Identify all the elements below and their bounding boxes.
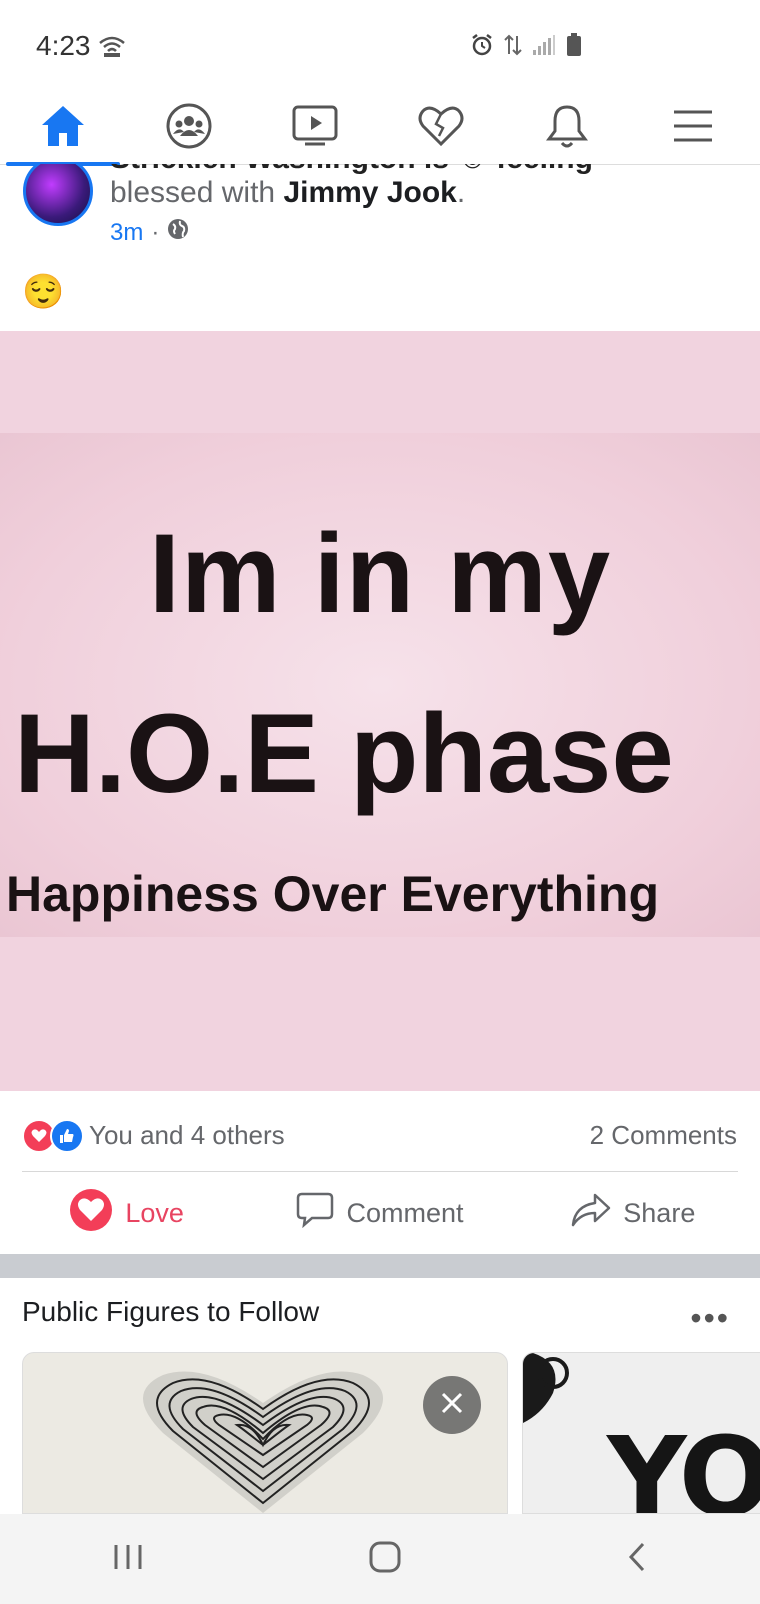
hamburger-menu-icon — [672, 109, 714, 148]
image-text-line3: Happiness Over Everything — [6, 866, 660, 922]
data-arrows-icon — [504, 32, 522, 63]
reactions-summary[interactable]: You and 4 others 2 Comments — [0, 1091, 760, 1171]
fingerprint-heart-image — [143, 1371, 383, 1513]
tab-home[interactable] — [0, 92, 126, 166]
suggestions-title: Public Figures to Follow — [22, 1296, 320, 1327]
signal-icon — [532, 34, 556, 61]
comments-count[interactable]: 2 Comments — [590, 1120, 737, 1151]
post-header: Stricklen Washington is ☺ feeling blesse… — [0, 164, 760, 324]
card2-image-text: YOU — [607, 1413, 760, 1514]
love-icon — [69, 1188, 113, 1239]
more-options-icon[interactable]: ••• — [690, 1300, 730, 1337]
author-name-partial[interactable]: Stricklen Washington is ☺ feeling — [110, 164, 593, 176]
meta-dot: · — [151, 218, 160, 246]
comment-button[interactable]: Comment — [253, 1172, 506, 1254]
love-label: Love — [125, 1197, 184, 1228]
feeling-prefix: blessed with — [110, 176, 284, 209]
suggestion-card[interactable]: YOU — [522, 1352, 760, 1514]
comment-icon — [296, 1192, 334, 1235]
post-body-emoji: 😌 — [22, 273, 65, 311]
back-button[interactable] — [625, 1540, 649, 1579]
recent-apps-button[interactable] — [111, 1542, 145, 1577]
close-icon — [440, 1391, 464, 1420]
system-navigation-bar — [0, 1514, 760, 1604]
share-button[interactable]: Share — [507, 1172, 760, 1254]
tab-menu[interactable] — [630, 92, 756, 164]
section-separator — [0, 1254, 760, 1278]
like-reaction-icon — [50, 1119, 84, 1153]
tab-groups[interactable] — [126, 92, 252, 164]
groups-icon — [165, 102, 213, 155]
home-button[interactable] — [368, 1540, 402, 1579]
image-text-line2: H.O.E phase — [14, 691, 674, 816]
feeling-suffix: . — [456, 176, 466, 209]
post-meta: 3m · — [110, 218, 189, 247]
status-time: 4:23 — [36, 30, 91, 61]
share-icon — [571, 1192, 611, 1235]
status-bar: 4:23 — [0, 0, 760, 92]
image-text-line1: Im in my — [148, 511, 612, 636]
dismiss-suggestion-button[interactable] — [423, 1376, 481, 1434]
tab-notifications[interactable] — [504, 92, 630, 164]
tab-dating[interactable] — [378, 92, 504, 164]
reaction-icons — [22, 1119, 84, 1153]
heart-outline-icon — [417, 104, 465, 153]
image-text-panel: Im in my H.O.E phase Happiness Over Ever… — [0, 433, 760, 937]
video-icon — [291, 104, 339, 153]
author-avatar[interactable] — [23, 164, 93, 226]
post-actions: Love Comment Share — [0, 1172, 760, 1254]
love-button[interactable]: Love — [0, 1172, 253, 1254]
wifi-icon — [98, 34, 126, 63]
comment-label: Comment — [346, 1197, 464, 1228]
feeling-text: blessed with Jimmy Jook. — [110, 176, 465, 210]
home-icon — [40, 104, 86, 153]
bell-icon — [545, 103, 589, 154]
alarm-icon — [470, 33, 494, 62]
top-nav-bar — [0, 92, 760, 166]
globe-icon — [167, 218, 189, 247]
post-image[interactable]: Im in my H.O.E phase Happiness Over Ever… — [0, 331, 760, 1091]
tab-watch[interactable] — [252, 92, 378, 164]
battery-icon — [566, 33, 582, 62]
tagged-friend-link[interactable]: Jimmy Jook — [283, 176, 456, 209]
suggestion-card[interactable] — [22, 1352, 508, 1514]
reactions-text[interactable]: You and 4 others — [89, 1120, 285, 1151]
post-timestamp[interactable]: 3m — [110, 219, 143, 247]
share-label: Share — [623, 1197, 696, 1228]
